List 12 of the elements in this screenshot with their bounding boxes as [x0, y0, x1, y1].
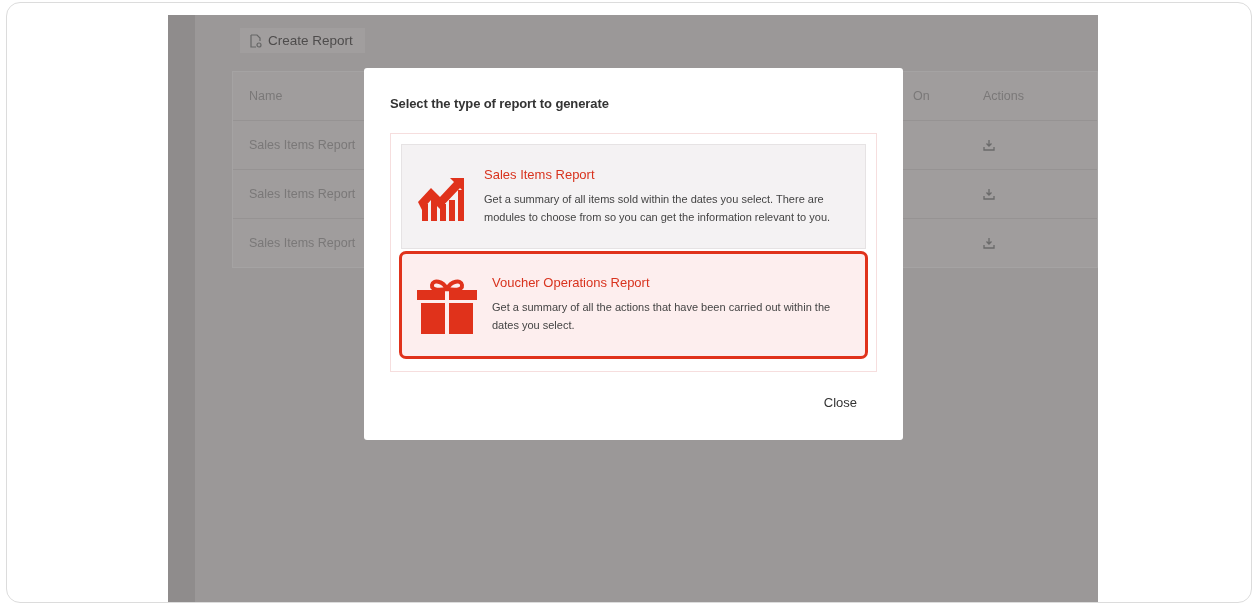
option-description: Get a summary of all items sold within the dates you select. There are modules to choose from so you can get the information relevant to you. [484, 191, 832, 225]
option-description: Get a summary of all the actions that have been carried out within the dates you select. [492, 300, 832, 333]
close-button[interactable]: Close [817, 394, 863, 411]
report-option[interactable]: Sales Items Report Get a summary of all items sold within the dates you select. There are modules to choose from so you can get the information relevant to you. [401, 144, 866, 249]
dialog-title: Select the type of report to generate [390, 96, 610, 111]
document-icon [250, 33, 262, 48]
option-title: Sales Items Report [484, 166, 596, 182]
download-icon[interactable] [983, 139, 995, 151]
option-title: Voucher Operations Report [492, 275, 651, 291]
download-icon[interactable] [983, 188, 995, 200]
download-icon[interactable] [983, 237, 995, 249]
report-option[interactable]: Voucher Operations Report Get a summary of all the actions that have been carried out within the dates you select. [399, 251, 868, 359]
